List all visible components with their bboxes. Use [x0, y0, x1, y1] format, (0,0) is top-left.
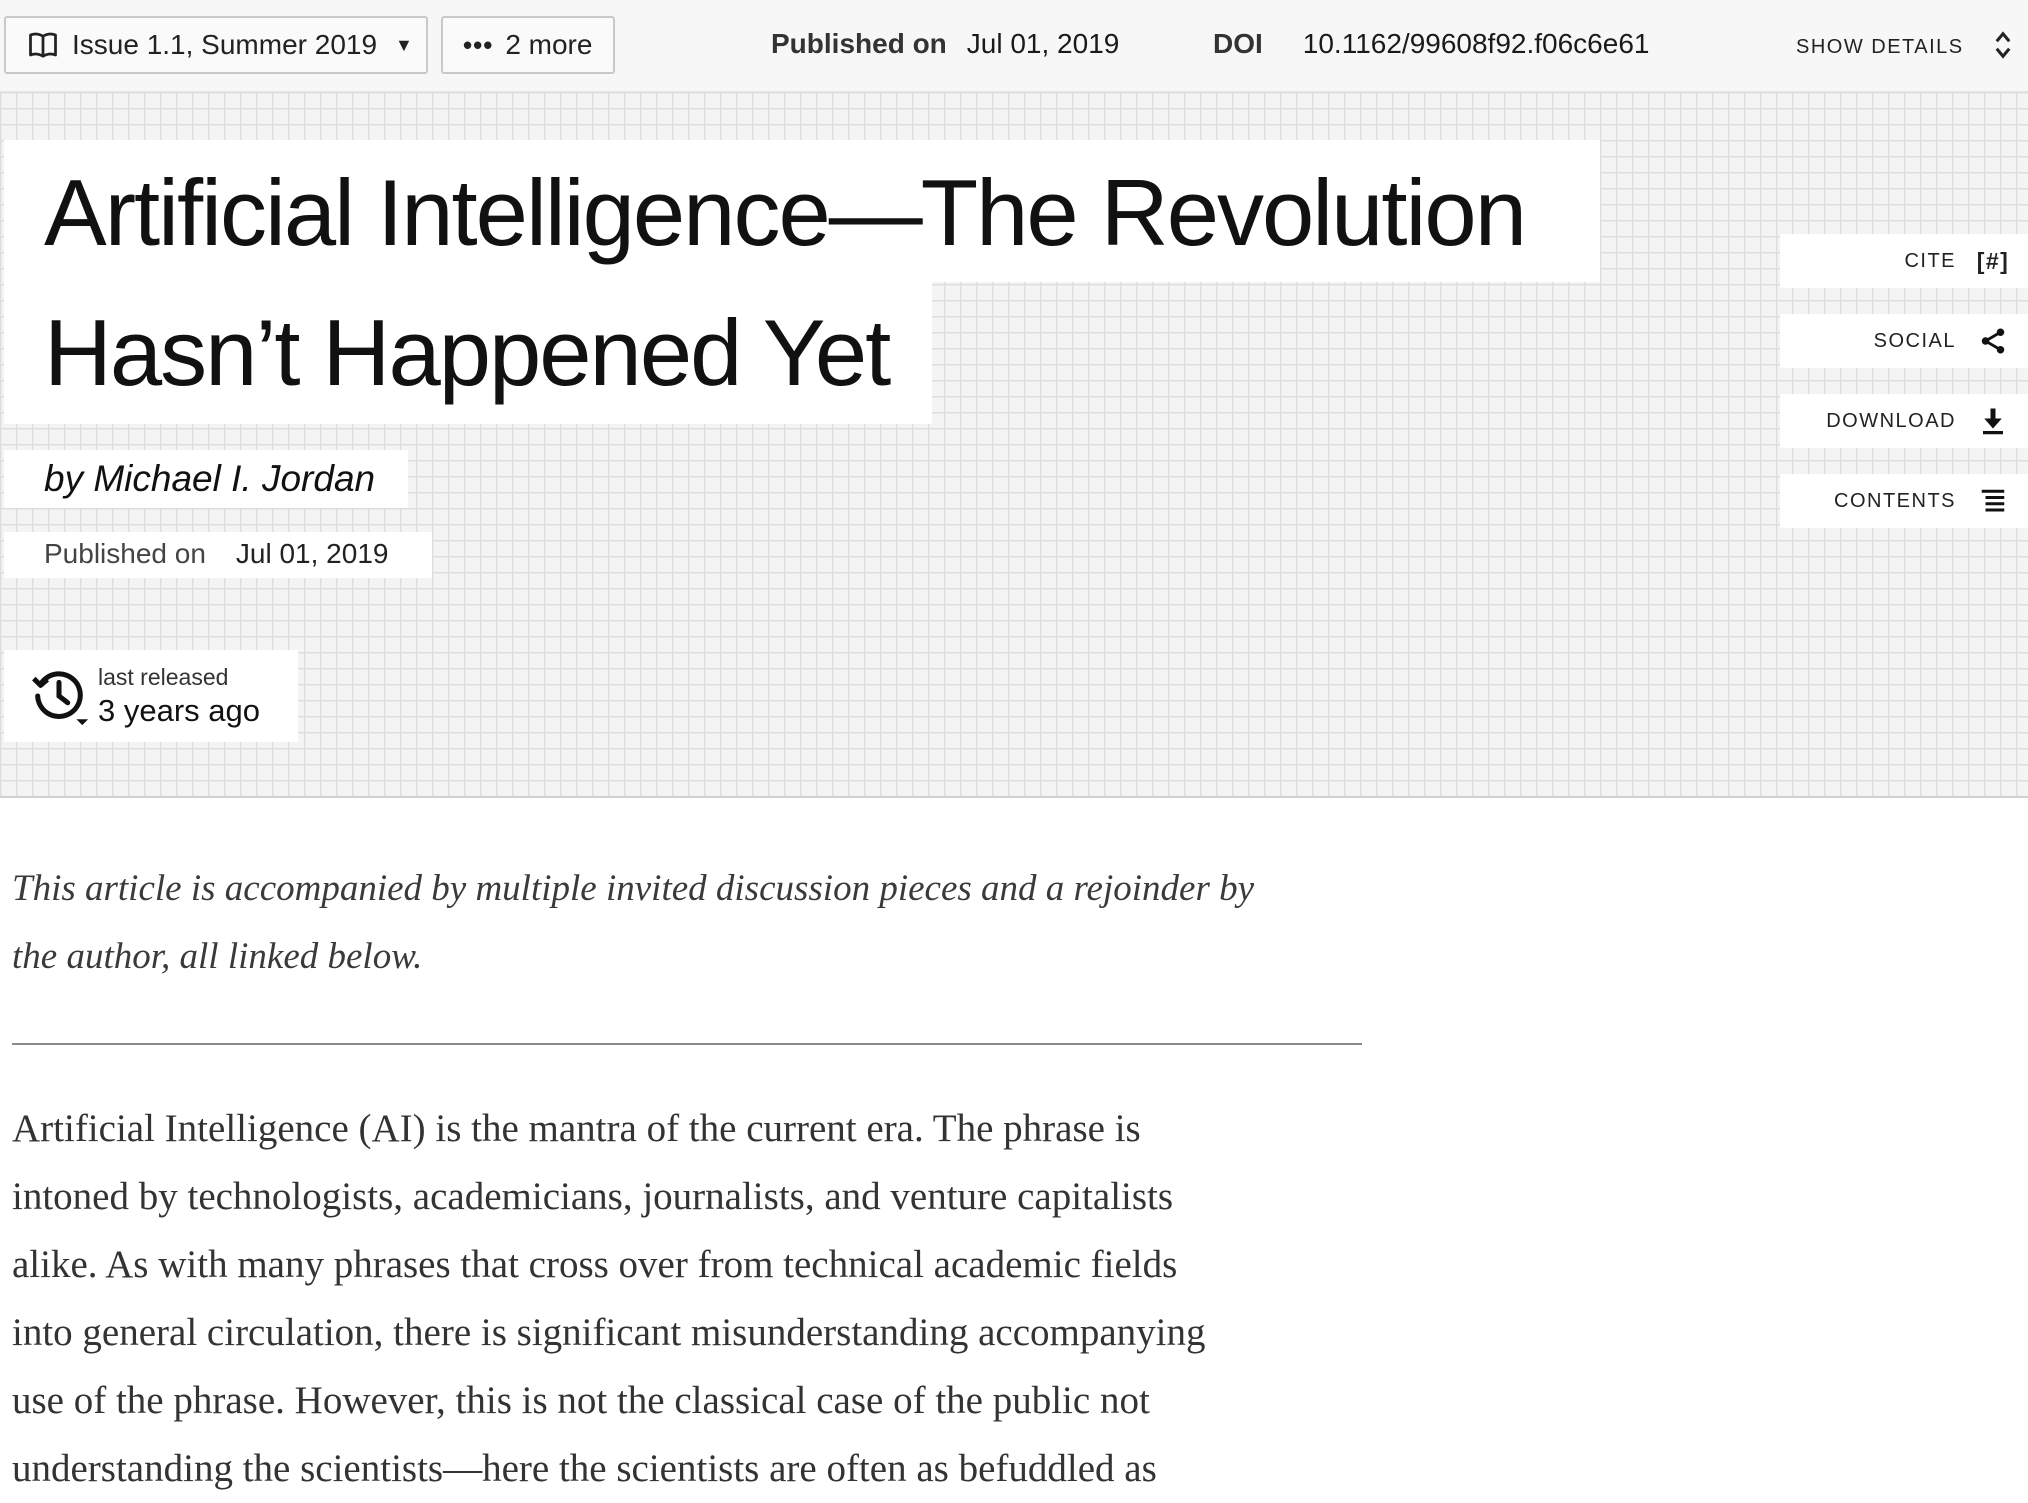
paragraph-line: intoned by technologists, academicians, …	[12, 1175, 1174, 1218]
article-paragraph: Artificial Intelligence (AI) is the mant…	[12, 1095, 1364, 1503]
more-label: 2 more	[505, 29, 593, 60]
share-icon	[1981, 328, 2005, 354]
published-date: Jul 01, 2019	[235, 538, 389, 569]
contents-button[interactable]: CONTENTS	[1780, 474, 2028, 528]
show-details-label: SHOW DETAILS	[1796, 35, 1964, 58]
caret-down-icon: ▼	[395, 34, 413, 55]
intro-line: This article is accompanied by multiple …	[12, 868, 1255, 909]
show-details-button[interactable]: SHOW DETAILS	[1796, 31, 2012, 60]
doi: DOI 10.1162/99608f92.f06c6e61	[1213, 28, 1649, 60]
issue-dropdown[interactable]: Issue 1.1, Summer 2019 ▼	[4, 16, 428, 74]
published-label: Published on	[771, 28, 947, 59]
top-published-date: Published on Jul 01, 2019	[771, 28, 1119, 60]
list-icon	[1981, 489, 2005, 512]
cite-label: CITE	[1904, 249, 1956, 272]
doi-label: DOI	[1213, 28, 1263, 59]
release-small-label: last released	[98, 663, 229, 690]
article-header: Artificial Intelligence—The Revolution H…	[0, 92, 2028, 798]
article-body: This article is accompanied by multiple …	[12, 855, 1364, 1503]
article-title-line-2: Hasn’t Happened Yet	[4, 282, 932, 424]
header-published-date: Published on Jul 01, 2019	[4, 532, 432, 578]
download-icon	[1983, 408, 2003, 435]
byline[interactable]: by Michael I. Jordan	[4, 450, 408, 508]
social-label: SOCIAL	[1873, 329, 1956, 352]
release-age: 3 years ago	[98, 692, 260, 728]
history-icon	[32, 671, 89, 726]
paragraph-line: alike. As with many phrases that cross o…	[12, 1243, 1178, 1286]
paragraph-line: use of the phrase. However, this is not …	[12, 1379, 1150, 1422]
download-button[interactable]: DOWNLOAD	[1780, 394, 2028, 448]
issue-label: Issue 1.1, Summer 2019	[72, 29, 378, 60]
cite-button[interactable]: CITE [#]	[1780, 234, 2028, 288]
article-intro: This article is accompanied by multiple …	[12, 855, 1364, 991]
top-bar: Issue 1.1, Summer 2019 ▼ ••• 2 more Publ…	[0, 0, 2028, 92]
paragraph-line: understanding the scientists—here the sc…	[12, 1447, 1157, 1490]
article-title-line-1: Artificial Intelligence—The Revolution	[4, 140, 1600, 282]
published-label: Published on	[44, 538, 206, 569]
paragraph-line: into general circulation, there is signi…	[12, 1311, 1206, 1354]
doi-value[interactable]: 10.1162/99608f92.f06c6e61	[1303, 28, 1650, 60]
intro-line: the author, all linked below.	[12, 936, 423, 977]
ellipsis-icon: •••	[463, 29, 494, 60]
social-button[interactable]: SOCIAL	[1780, 314, 2028, 368]
contents-label: CONTENTS	[1834, 489, 1956, 512]
release-info: last released 3 years ago	[98, 664, 260, 729]
more-issues-button[interactable]: ••• 2 more	[441, 16, 615, 74]
book-icon	[29, 32, 57, 58]
release-history-button[interactable]: last released 3 years ago	[4, 650, 298, 742]
published-date: Jul 01, 2019	[966, 28, 1120, 59]
download-label: DOWNLOAD	[1826, 409, 1956, 432]
chevron-updown-icon	[1995, 31, 2011, 59]
divider	[12, 1043, 1362, 1045]
hash-bracket-icon: [#]	[1976, 247, 2010, 274]
paragraph-line: Artificial Intelligence (AI) is the mant…	[12, 1107, 1141, 1150]
